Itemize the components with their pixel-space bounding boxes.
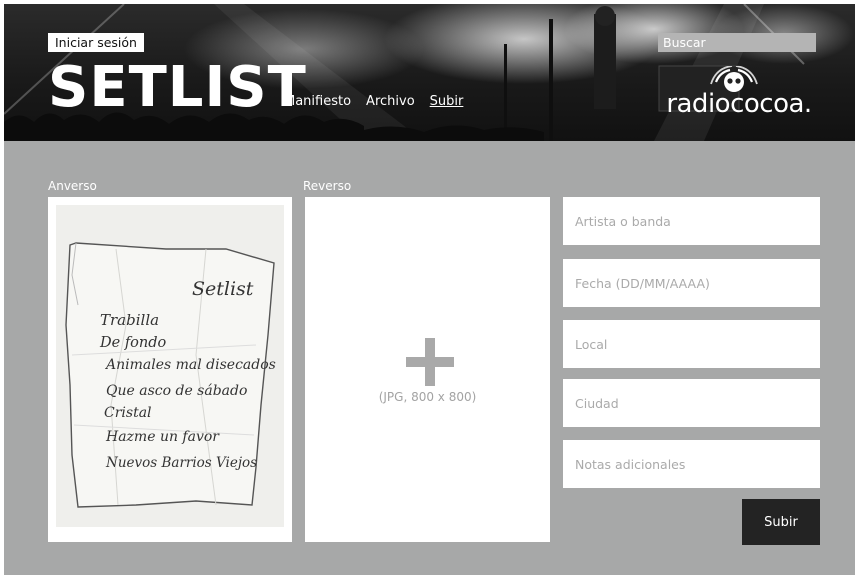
artist-field[interactable]	[563, 197, 820, 245]
search-input[interactable]	[658, 33, 816, 52]
main-nav: Manifiesto Archivo Subir	[284, 94, 463, 109]
nav-item-archivo[interactable]: Archivo	[366, 94, 415, 109]
svg-text:De fondo: De fondo	[99, 335, 167, 351]
submit-button[interactable]: Subir	[742, 499, 820, 545]
plus-icon	[406, 338, 454, 386]
svg-text:Nuevos Barrios Viejos: Nuevos Barrios Viejos	[105, 455, 257, 471]
notes-field[interactable]	[563, 440, 820, 488]
partner-logo-text: radiococoa.	[666, 89, 811, 118]
city-field[interactable]	[563, 379, 820, 427]
site-logo[interactable]: SETLIST	[48, 56, 307, 120]
svg-text:Setlist: Setlist	[192, 278, 254, 300]
page: Iniciar sesión SETLIST Manifiesto Archiv…	[4, 4, 855, 575]
header-banner: Iniciar sesión SETLIST Manifiesto Archiv…	[4, 4, 855, 141]
front-upload-box[interactable]: Setlist Trabilla De fondo Animales mal d…	[48, 197, 292, 542]
venue-field[interactable]	[563, 320, 820, 368]
upload-format-hint: (JPG, 800 x 800)	[378, 390, 477, 404]
svg-text:Hazme un favor: Hazme un favor	[105, 429, 220, 445]
front-label: Anverso	[48, 179, 97, 193]
setlist-photo: Setlist Trabilla De fondo Animales mal d…	[56, 205, 284, 527]
nav-item-subir[interactable]: Subir	[430, 94, 464, 109]
svg-text:Animales mal disecados: Animales mal disecados	[104, 357, 276, 373]
back-label: Reverso	[303, 179, 352, 193]
radiococoa-logo[interactable]: radiococoa.	[654, 66, 824, 118]
svg-text:Que asco de sábado: Que asco de sábado	[106, 383, 247, 399]
nav-item-manifiesto[interactable]: Manifiesto	[284, 94, 351, 109]
back-upload-box[interactable]: (JPG, 800 x 800)	[305, 197, 550, 542]
date-field[interactable]	[563, 259, 820, 307]
svg-text:Trabilla: Trabilla	[100, 311, 159, 329]
svg-text:Cristal: Cristal	[104, 405, 152, 421]
login-button[interactable]: Iniciar sesión	[48, 33, 144, 52]
